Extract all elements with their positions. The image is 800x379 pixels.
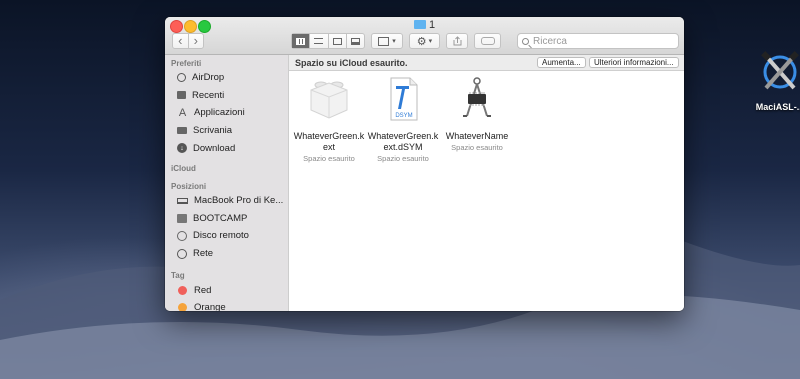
maciasl-icon bbox=[761, 51, 799, 90]
airdrop-icon bbox=[177, 73, 186, 83]
folder-icon bbox=[413, 20, 426, 29]
icloud-full-banner: Spazio su iCloud esaurito. Aumenta... Ul… bbox=[289, 55, 684, 71]
sidebar-item-label: Download bbox=[193, 142, 236, 154]
desktop-icon bbox=[177, 127, 187, 135]
column-view-button[interactable] bbox=[327, 34, 346, 48]
download-icon: ↓ bbox=[177, 143, 187, 154]
file-item[interactable]: WhateverName Spazio esaurito bbox=[441, 76, 513, 152]
recents-icon bbox=[177, 91, 186, 100]
disc-icon bbox=[177, 230, 187, 241]
sidebar-item-desktop[interactable]: Scrivania bbox=[165, 122, 288, 140]
sidebar-item-label: Recenti bbox=[192, 89, 225, 101]
sidebar-item-label: Applicazioni bbox=[194, 107, 245, 119]
action-menu-button[interactable]: ⚙ ▾ bbox=[409, 33, 440, 49]
more-info-button[interactable]: Ulteriori informazioni... bbox=[589, 57, 679, 68]
gear-icon: ⚙ bbox=[416, 35, 427, 48]
chevron-down-icon: ▾ bbox=[392, 38, 396, 45]
file-status: Spazio esaurito bbox=[451, 143, 503, 152]
file-name-line: WhateverGreen.k bbox=[293, 131, 365, 141]
sidebar-item-label: Red bbox=[194, 284, 212, 296]
back-button[interactable]: ‹ bbox=[173, 34, 188, 48]
chevron-down-icon: ▾ bbox=[428, 38, 433, 45]
dsym-badge: DSYM bbox=[395, 113, 412, 119]
nav-buttons: ‹ › bbox=[172, 33, 204, 49]
tags-button[interactable] bbox=[474, 33, 501, 49]
desktop-icon-label: MaciASL-... bbox=[755, 102, 800, 112]
file-item[interactable]: DSYM WhateverGreen.k ext.dSYM Spazio esa… bbox=[367, 76, 439, 163]
columns-icon bbox=[332, 37, 342, 45]
icon-view-button[interactable] bbox=[292, 34, 310, 48]
list-icon bbox=[314, 38, 324, 44]
sidebar-item-label: Rete bbox=[193, 248, 214, 260]
file-name: WhateverName bbox=[441, 131, 513, 142]
grid-icon bbox=[296, 37, 306, 45]
window-titlebar: 1 ‹ › ▾ ⚙ ▾ Ricerca bbox=[165, 17, 684, 55]
grid-icon bbox=[378, 36, 390, 46]
share-icon bbox=[453, 36, 461, 46]
sidebar-item-tag-red[interactable]: Red bbox=[165, 281, 288, 299]
caliper-chip-icon bbox=[463, 77, 491, 117]
file-name-line: WhateverName bbox=[445, 131, 509, 141]
file-name-line: ext.dSYM bbox=[383, 142, 423, 152]
sidebar-item-macbook[interactable]: MacBook Pro di Ke... bbox=[165, 192, 288, 210]
sidebar-item-label: AirDrop bbox=[192, 72, 225, 84]
sidebar: Preferiti AirDrop Recenti A Applicazioni… bbox=[165, 55, 289, 311]
forward-button[interactable]: › bbox=[187, 34, 204, 48]
network-globe-icon bbox=[177, 248, 187, 259]
sidebar-section-locations: Posizioni bbox=[171, 181, 207, 191]
tag-color-dot bbox=[178, 303, 187, 311]
file-browser-content: Spazio su iCloud esaurito. Aumenta... Ul… bbox=[289, 55, 684, 311]
sidebar-item-network[interactable]: Rete bbox=[165, 245, 288, 263]
laptop-icon bbox=[177, 197, 188, 204]
sidebar-item-label: BOOTCAMP bbox=[193, 212, 248, 224]
sidebar-item-label: MacBook Pro di Ke... bbox=[194, 195, 284, 207]
sidebar-item-label: Disco remoto bbox=[193, 230, 249, 242]
sidebar-item-remote-disc[interactable]: Disco remoto bbox=[165, 227, 288, 245]
sidebar-item-airdrop[interactable]: AirDrop bbox=[165, 69, 288, 87]
file-name: WhateverGreen.k ext.dSYM bbox=[367, 131, 439, 153]
sidebar-section-tags: Tag bbox=[171, 271, 185, 281]
file-name-line: ext bbox=[322, 142, 335, 152]
sidebar-item-recents[interactable]: Recenti bbox=[165, 87, 288, 105]
sidebar-item-label: Scrivania bbox=[193, 125, 233, 137]
increase-storage-button[interactable]: Aumenta... bbox=[537, 57, 586, 68]
tag-icon bbox=[480, 37, 495, 45]
sidebar-section-favorites: Preferiti bbox=[171, 59, 202, 68]
share-button[interactable] bbox=[446, 33, 468, 49]
banner-message: Spazio su iCloud esaurito. bbox=[295, 57, 408, 68]
sidebar-item-applications[interactable]: A Applicazioni bbox=[165, 104, 288, 122]
sidebar-item-label: Orange bbox=[194, 302, 226, 311]
sidebar-item-tag-orange[interactable]: Orange bbox=[165, 299, 288, 311]
window-title-text: 1 bbox=[428, 19, 436, 31]
dsym-document-icon: DSYM bbox=[390, 77, 418, 121]
sidebar-item-bootcamp[interactable]: BOOTCAMP bbox=[165, 210, 288, 228]
list-view-button[interactable] bbox=[309, 34, 327, 48]
kext-lego-icon bbox=[310, 81, 348, 119]
file-item[interactable]: WhateverGreen.k ext Spazio esaurito bbox=[293, 76, 365, 163]
tag-color-dot bbox=[178, 285, 187, 295]
gallery-icon bbox=[350, 37, 360, 45]
search-placeholder: Ricerca bbox=[533, 35, 567, 47]
gallery-view-button[interactable] bbox=[345, 34, 364, 48]
sidebar-item-downloads[interactable]: ↓ Download bbox=[165, 139, 288, 157]
file-status: Spazio esaurito bbox=[377, 154, 429, 163]
file-name: WhateverGreen.k ext bbox=[293, 131, 365, 153]
sidebar-section-icloud: iCloud bbox=[171, 163, 196, 173]
file-status: Spazio esaurito bbox=[303, 154, 355, 163]
file-name-line: WhateverGreen.k bbox=[367, 131, 439, 141]
desktop-file-maciasl[interactable]: MaciASL-... bbox=[752, 48, 800, 112]
group-by-button[interactable]: ▾ bbox=[371, 33, 403, 49]
search-field[interactable]: Ricerca bbox=[517, 33, 679, 49]
search-icon bbox=[522, 37, 529, 45]
finder-window: 1 ‹ › ▾ ⚙ ▾ Ricerca Preferiti AirDrop Re… bbox=[165, 17, 684, 311]
window-title: 1 bbox=[165, 19, 684, 31]
applications-icon: A bbox=[178, 106, 187, 119]
drive-icon bbox=[177, 213, 187, 223]
view-mode-segmented bbox=[291, 33, 365, 49]
